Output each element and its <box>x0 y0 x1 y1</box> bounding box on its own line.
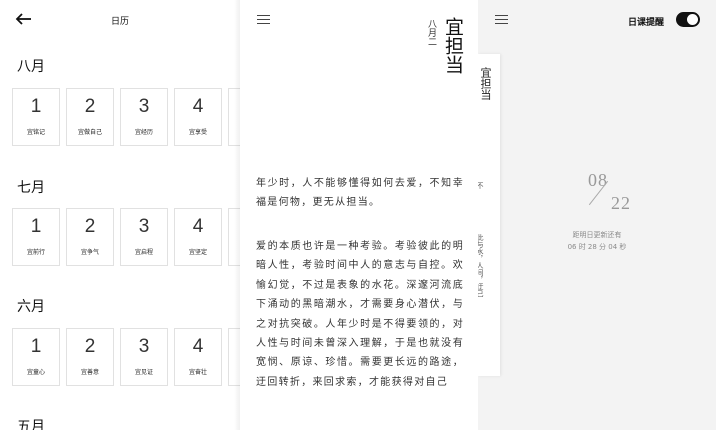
day-tag: 宜坚定 <box>188 249 207 256</box>
day-card[interactable]: 1 宜铭记 <box>12 88 60 146</box>
reminder-label: 日课提醒 <box>628 18 665 28</box>
calendar-panel: 日历 八月 1 宜铭记 2 宜做自己 3 宜经历 4 宜享受 七月 1 宜前行 … <box>0 0 240 430</box>
day-number: 1 <box>30 216 42 237</box>
day-tag: 宜铭记 <box>26 129 45 136</box>
article-panel: 八月二 宜担当 年少时，人不能够懂得如何去爱，不知幸福是何物，更无从担当。 爱的… <box>240 0 478 430</box>
day-tag: 宜享受 <box>188 129 207 136</box>
peek-text: 不 <box>478 182 484 189</box>
day-card[interactable]: 2 宜做自己 <box>66 88 114 146</box>
day-number: 3 <box>138 216 150 237</box>
day-number: 1 <box>30 336 42 357</box>
month-label-may: 五月 <box>17 419 45 430</box>
day-number: 3 <box>138 96 150 117</box>
article-paragraph: 年少时，人不能够懂得如何去爱，不知幸福是何物，更无从担当。 <box>256 178 464 209</box>
day-card[interactable]: 1 宜童心 <box>12 328 60 386</box>
day-number: 2 <box>84 96 96 117</box>
day-card[interactable]: 3 宜启程 <box>120 208 168 266</box>
reminder-toggle[interactable] <box>676 12 700 27</box>
update-label: 距明日更新还有 <box>572 231 622 239</box>
menu-icon[interactable] <box>257 14 271 24</box>
day-tag: 宜前行 <box>26 249 45 256</box>
day-card[interactable]: 2 宜争气 <box>66 208 114 266</box>
menu-icon[interactable] <box>495 14 509 24</box>
day-tag: 宜启程 <box>134 249 153 256</box>
day-tag: 宜做自己 <box>77 129 102 136</box>
toggle-knob <box>687 14 698 25</box>
day-card[interactable]: 3 宜见证 <box>120 328 168 386</box>
day-number: 4 <box>192 96 204 117</box>
day-card[interactable]: 4 宜坚定 <box>174 208 222 266</box>
day-card[interactable]: 1 宜前行 <box>12 208 60 266</box>
day-tag: 宜争气 <box>80 249 99 256</box>
date-month: 08 <box>588 170 608 190</box>
day-number: 2 <box>84 336 96 357</box>
day-number: 4 <box>192 216 204 237</box>
day-card[interactable]: 4 宜享受 <box>174 88 222 146</box>
day-number: 2 <box>84 216 96 237</box>
article-paragraph: 爱的本质也许是一种考验。考验彼此的明暗人性，考验时间中人的意志与自控。欢愉幻觉，… <box>256 241 464 388</box>
day-number: 3 <box>138 336 150 357</box>
day-tag: 宜童心 <box>26 369 45 376</box>
day-tag: 宜奋壮 <box>188 369 207 376</box>
countdown-text: 06 时 28 分 04 秒 <box>567 243 627 251</box>
day-card[interactable]: 3 宜经历 <box>120 88 168 146</box>
day-number: 4 <box>192 336 204 357</box>
reminder-panel: 宜担当 不 此与水，人间，迂己 日课提醒 08 22 距明日更新还有 06 时 … <box>478 0 716 430</box>
day-card[interactable]: 4 宜奋壮 <box>174 328 222 386</box>
page-title: 日历 <box>110 17 129 27</box>
day-tag: 宜见证 <box>134 369 153 376</box>
month-label-august: 八月 <box>17 59 45 75</box>
vertical-heading: 宜担当 <box>442 17 464 74</box>
date-day: 22 <box>611 193 631 213</box>
month-label-june: 六月 <box>17 299 45 315</box>
day-tag: 宜经历 <box>134 129 153 136</box>
peek-heading: 宜担当 <box>479 67 492 100</box>
day-card[interactable]: 2 宜善意 <box>66 328 114 386</box>
month-label-july: 七月 <box>17 180 45 196</box>
background-card-peek: 宜担当 不 此与水，人间，迂己 <box>478 54 500 376</box>
day-tag: 宜善意 <box>80 369 99 376</box>
vertical-date: 八月二 <box>426 19 436 46</box>
day-number: 1 <box>30 96 42 117</box>
